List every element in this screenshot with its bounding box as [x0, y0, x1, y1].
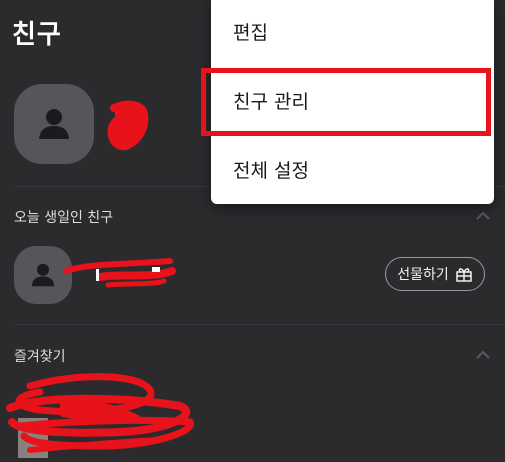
my-profile-avatar[interactable]	[14, 84, 94, 164]
menu-item-edit[interactable]: 편집	[233, 18, 268, 45]
favorites-section-label: 즐겨찾기	[14, 349, 66, 365]
chevron-up-icon[interactable]	[475, 211, 491, 221]
redacted-friend-name	[63, 258, 176, 288]
menu-item-all-settings[interactable]: 전체 설정	[233, 156, 309, 183]
gift-icon	[456, 268, 472, 282]
divider	[14, 324, 505, 325]
person-icon	[39, 109, 69, 139]
highlight-box	[201, 68, 491, 136]
page-title: 친구	[12, 20, 62, 50]
chevron-up-icon[interactable]	[475, 350, 491, 360]
redacted-favorite-friend	[6, 373, 194, 458]
redacted-profile-name	[107, 100, 149, 151]
person-icon	[31, 263, 55, 287]
gift-button[interactable]: 선물하기	[385, 257, 485, 291]
birthday-section-label: 오늘 생일인 친구	[14, 210, 114, 226]
gift-button-label: 선물하기	[397, 267, 449, 283]
